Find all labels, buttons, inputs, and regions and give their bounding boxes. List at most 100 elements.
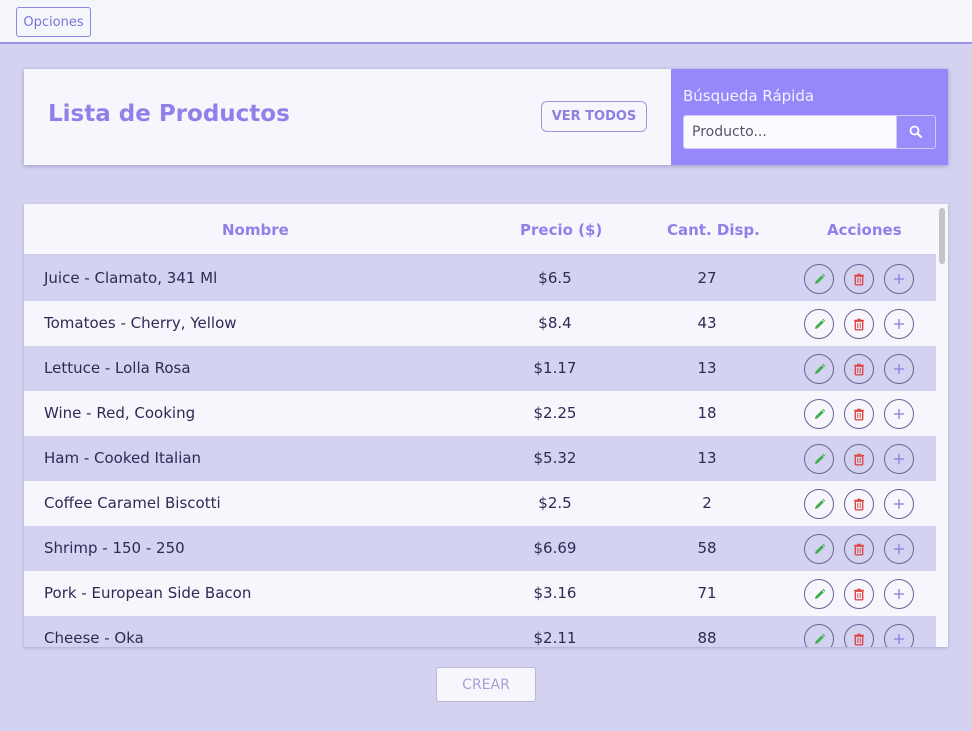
add-button[interactable] bbox=[884, 624, 914, 647]
quick-search-panel: Búsqueda Rápida bbox=[671, 69, 948, 165]
column-header-price: Precio ($) bbox=[520, 221, 603, 239]
plus-icon bbox=[893, 273, 905, 285]
add-button[interactable] bbox=[884, 309, 914, 339]
product-quantity-cell: 58 bbox=[697, 539, 717, 557]
product-quantity-cell: 88 bbox=[697, 629, 717, 647]
trash-icon bbox=[853, 408, 865, 421]
plus-icon bbox=[893, 453, 905, 465]
table-row: Juice - Clamato, 341 Ml $6.5 27 bbox=[24, 256, 936, 301]
product-name-cell: Coffee Caramel Biscotti bbox=[44, 494, 221, 512]
delete-button[interactable] bbox=[844, 399, 874, 429]
edit-button[interactable] bbox=[804, 624, 834, 647]
pencil-icon bbox=[813, 318, 826, 331]
table-header: Nombre Precio ($) Cant. Disp. Acciones bbox=[24, 204, 936, 256]
add-button[interactable] bbox=[884, 354, 914, 384]
product-name-cell: Ham - Cooked Italian bbox=[44, 449, 202, 467]
search-input[interactable] bbox=[683, 115, 897, 149]
table-row: Lettuce - Lolla Rosa $1.17 13 bbox=[24, 346, 936, 391]
column-header-name: Nombre bbox=[222, 221, 289, 239]
product-quantity-cell: 2 bbox=[702, 494, 712, 512]
delete-button[interactable] bbox=[844, 579, 874, 609]
table-row: Shrimp - 150 - 250 $6.69 58 bbox=[24, 526, 936, 571]
scrollbar-thumb[interactable] bbox=[939, 208, 945, 264]
trash-icon bbox=[853, 363, 865, 376]
edit-button[interactable] bbox=[804, 309, 834, 339]
product-price-cell: $5.32 bbox=[533, 449, 577, 467]
trash-icon bbox=[853, 543, 865, 556]
product-price-cell: $3.16 bbox=[533, 584, 577, 602]
product-quantity-cell: 43 bbox=[697, 314, 717, 332]
add-button[interactable] bbox=[884, 444, 914, 474]
pencil-icon bbox=[813, 273, 826, 286]
plus-icon bbox=[893, 633, 905, 645]
product-name-cell: Pork - European Side Bacon bbox=[44, 584, 252, 602]
product-name-cell: Lettuce - Lolla Rosa bbox=[44, 359, 191, 377]
scrollbar[interactable] bbox=[936, 204, 948, 647]
delete-button[interactable] bbox=[844, 354, 874, 384]
delete-button[interactable] bbox=[844, 309, 874, 339]
add-button[interactable] bbox=[884, 264, 914, 294]
pencil-icon bbox=[813, 543, 826, 556]
search-button[interactable] bbox=[896, 115, 936, 149]
product-price-cell: $6.69 bbox=[533, 539, 577, 557]
plus-icon bbox=[893, 498, 905, 510]
delete-button[interactable] bbox=[844, 489, 874, 519]
edit-button[interactable] bbox=[804, 489, 834, 519]
quick-search-label: Búsqueda Rápida bbox=[683, 87, 815, 105]
plus-icon bbox=[893, 408, 905, 420]
top-bar: Opciones bbox=[0, 0, 972, 44]
header-card: Lista de Productos VER TODOS Búsqueda Rá… bbox=[24, 69, 948, 165]
table-row: Cheese - Oka $2.11 88 bbox=[24, 616, 936, 647]
edit-button[interactable] bbox=[804, 354, 834, 384]
add-button[interactable] bbox=[884, 399, 914, 429]
pencil-icon bbox=[813, 588, 826, 601]
page-title: Lista de Productos bbox=[48, 101, 290, 127]
delete-button[interactable] bbox=[844, 624, 874, 647]
edit-button[interactable] bbox=[804, 264, 834, 294]
delete-button[interactable] bbox=[844, 264, 874, 294]
trash-icon bbox=[853, 588, 865, 601]
table-body: Juice - Clamato, 341 Ml $6.5 27 Tomatoes - … bbox=[24, 256, 936, 647]
product-quantity-cell: 27 bbox=[697, 269, 717, 287]
pencil-icon bbox=[813, 453, 826, 466]
trash-icon bbox=[853, 273, 865, 286]
product-price-cell: $1.17 bbox=[533, 359, 577, 377]
add-button[interactable] bbox=[884, 579, 914, 609]
trash-icon bbox=[853, 453, 865, 466]
trash-icon bbox=[853, 633, 865, 646]
pencil-icon bbox=[813, 633, 826, 646]
product-price-cell: $6.5 bbox=[538, 269, 572, 287]
plus-icon bbox=[893, 543, 905, 555]
pencil-icon bbox=[813, 408, 826, 421]
delete-button[interactable] bbox=[844, 534, 874, 564]
plus-icon bbox=[893, 363, 905, 375]
table-row: Pork - European Side Bacon $3.16 71 bbox=[24, 571, 936, 616]
view-all-button[interactable]: VER TODOS bbox=[541, 101, 647, 132]
product-price-cell: $2.25 bbox=[533, 404, 577, 422]
edit-button[interactable] bbox=[804, 399, 834, 429]
product-quantity-cell: 13 bbox=[697, 359, 717, 377]
product-name-cell: Wine - Red, Cooking bbox=[44, 404, 196, 422]
product-price-cell: $8.4 bbox=[538, 314, 572, 332]
product-quantity-cell: 18 bbox=[697, 404, 717, 422]
table-row: Coffee Caramel Biscotti $2.5 2 bbox=[24, 481, 936, 526]
table-row: Ham - Cooked Italian $5.32 13 bbox=[24, 436, 936, 481]
edit-button[interactable] bbox=[804, 444, 834, 474]
trash-icon bbox=[853, 498, 865, 511]
table-row: Wine - Red, Cooking $2.25 18 bbox=[24, 391, 936, 436]
search-icon bbox=[909, 125, 923, 139]
options-button[interactable]: Opciones bbox=[16, 7, 91, 37]
pencil-icon bbox=[813, 363, 826, 376]
column-header-quantity: Cant. Disp. bbox=[667, 221, 760, 239]
pencil-icon bbox=[813, 498, 826, 511]
edit-button[interactable] bbox=[804, 579, 834, 609]
product-quantity-cell: 71 bbox=[697, 584, 717, 602]
edit-button[interactable] bbox=[804, 534, 834, 564]
add-button[interactable] bbox=[884, 534, 914, 564]
plus-icon bbox=[893, 318, 905, 330]
delete-button[interactable] bbox=[844, 444, 874, 474]
create-button[interactable]: CREAR bbox=[436, 667, 536, 702]
product-name-cell: Tomatoes - Cherry, Yellow bbox=[44, 314, 237, 332]
add-button[interactable] bbox=[884, 489, 914, 519]
header-left: Lista de Productos VER TODOS bbox=[24, 69, 671, 165]
